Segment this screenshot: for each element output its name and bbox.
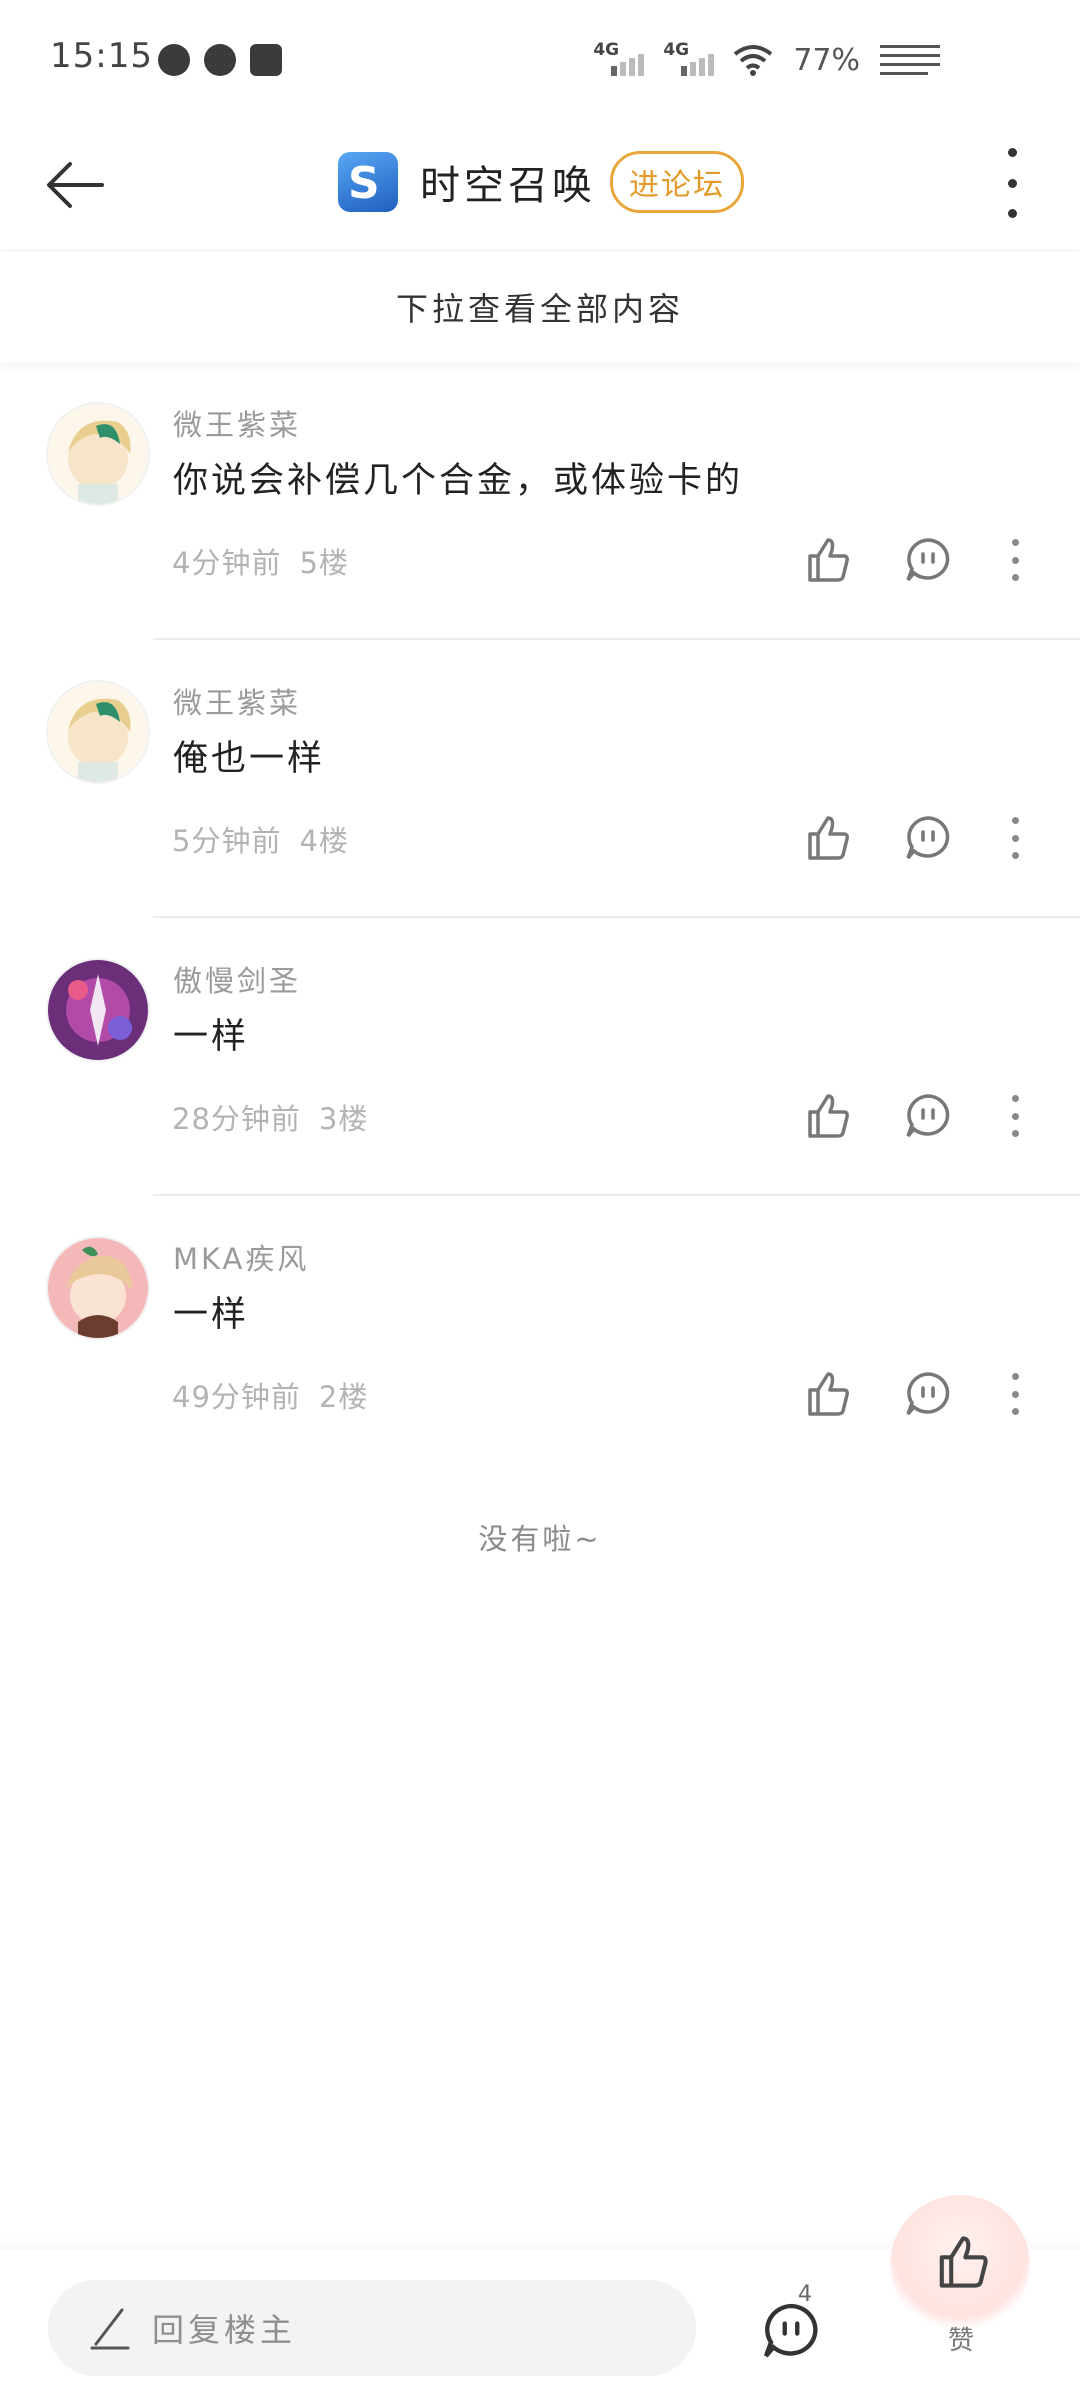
list-item: MKA疾风 一样 49分钟前 2楼: [0, 1196, 1080, 1474]
floor-number: 3楼: [318, 1102, 369, 1136]
reply-more-button[interactable]: [1000, 1095, 1030, 1137]
comments-button[interactable]: 4: [756, 2282, 826, 2366]
battery-icon: [880, 45, 940, 75]
reply-content: 你说会补偿几个合金，或体验卡的: [173, 461, 744, 501]
thumbs-up-icon: [939, 2236, 988, 2288]
comment-icon[interactable]: [900, 1088, 956, 1144]
page-title: 时空召唤: [420, 163, 596, 209]
back-button[interactable]: [40, 150, 120, 220]
comment-count-badge: 4: [798, 2282, 812, 2307]
comment-icon: [763, 2303, 818, 2358]
reply-content: 俺也一样: [173, 739, 326, 779]
reply-time: 49分钟前: [172, 1380, 301, 1414]
app-logo: S: [338, 152, 398, 212]
username[interactable]: MKA疾风: [173, 1236, 309, 1278]
pull-down-tip: 下拉查看全部内容: [0, 252, 1080, 362]
reply-placeholder: 回复楼主: [152, 2311, 297, 2349]
gallery-icon: [250, 44, 282, 76]
username[interactable]: 傲慢剑圣: [173, 958, 301, 1000]
battery-percent: 77%: [793, 42, 860, 78]
notification-icons: [158, 44, 282, 76]
reply-content: 一样: [173, 1295, 250, 1335]
thumbs-up-icon[interactable]: [800, 810, 856, 866]
title-group: S 时空召唤 进论坛: [338, 150, 744, 214]
reply-time: 4分钟前: [172, 546, 282, 580]
username[interactable]: 微王紫菜: [173, 680, 301, 722]
reply-meta: 28分钟前 3楼: [172, 1096, 368, 1138]
avatar[interactable]: [46, 402, 150, 506]
comment-icon[interactable]: [900, 532, 956, 588]
wechat-icon: [158, 44, 190, 76]
more-options-button[interactable]: [1000, 148, 1024, 218]
floor-number: 4楼: [299, 824, 349, 858]
reply-input[interactable]: 回复楼主: [48, 2280, 696, 2376]
signal-icon-1: 4G: [593, 40, 645, 80]
username[interactable]: 微王紫菜: [173, 402, 301, 444]
signal-icon-2: 4G: [663, 40, 715, 80]
status-time: 15:15: [50, 36, 153, 76]
thumbs-up-icon[interactable]: [800, 1088, 856, 1144]
avatar[interactable]: [46, 958, 150, 1062]
floor-number: 2楼: [318, 1380, 369, 1414]
like-post-button[interactable]: [890, 2195, 1030, 2335]
status-bar: 15:15 4G 4G 77%: [0, 0, 1080, 120]
reply-meta: 4分钟前 5楼: [172, 540, 349, 582]
go-forum-button[interactable]: 进论坛: [610, 151, 744, 213]
list-item: 傲慢剑圣 一样 28分钟前 3楼: [0, 918, 1080, 1196]
weibo-icon: [204, 44, 236, 76]
comment-icon[interactable]: [900, 810, 956, 866]
thumbs-up-icon[interactable]: [800, 1366, 856, 1422]
comment-icon[interactable]: [900, 1366, 956, 1422]
floor-number: 5楼: [299, 546, 349, 580]
arrow-left-icon: [47, 162, 104, 208]
reply-time: 28分钟前: [172, 1102, 301, 1136]
reply-more-button[interactable]: [1000, 539, 1030, 581]
reply-meta: 49分钟前 2楼: [172, 1374, 368, 1416]
list-item: 微王紫菜 你说会补偿几个合金，或体验卡的 4分钟前 5楼: [0, 362, 1080, 640]
reply-more-button[interactable]: [1000, 1373, 1030, 1415]
pencil-icon: [90, 2308, 130, 2350]
status-indicators: 4G 4G 77%: [593, 40, 940, 80]
bottom-bar: 回复楼主 4 赞: [0, 2195, 1080, 2400]
wifi-icon: [734, 45, 773, 76]
reply-content: 一样: [173, 1017, 250, 1057]
reply-meta: 5分钟前 4楼: [172, 818, 349, 860]
list-item: 微王紫菜 俺也一样 5分钟前 4楼: [0, 640, 1080, 918]
header: S 时空召唤 进论坛: [0, 120, 1080, 251]
like-label: 赞: [948, 2326, 975, 2356]
avatar[interactable]: [46, 1236, 150, 1340]
end-of-list-tip: 没有啦~: [478, 1522, 602, 1556]
thumbs-up-icon[interactable]: [800, 532, 856, 588]
avatar[interactable]: [46, 680, 150, 784]
reply-more-button[interactable]: [1000, 817, 1030, 859]
reply-time: 5分钟前: [172, 824, 282, 858]
